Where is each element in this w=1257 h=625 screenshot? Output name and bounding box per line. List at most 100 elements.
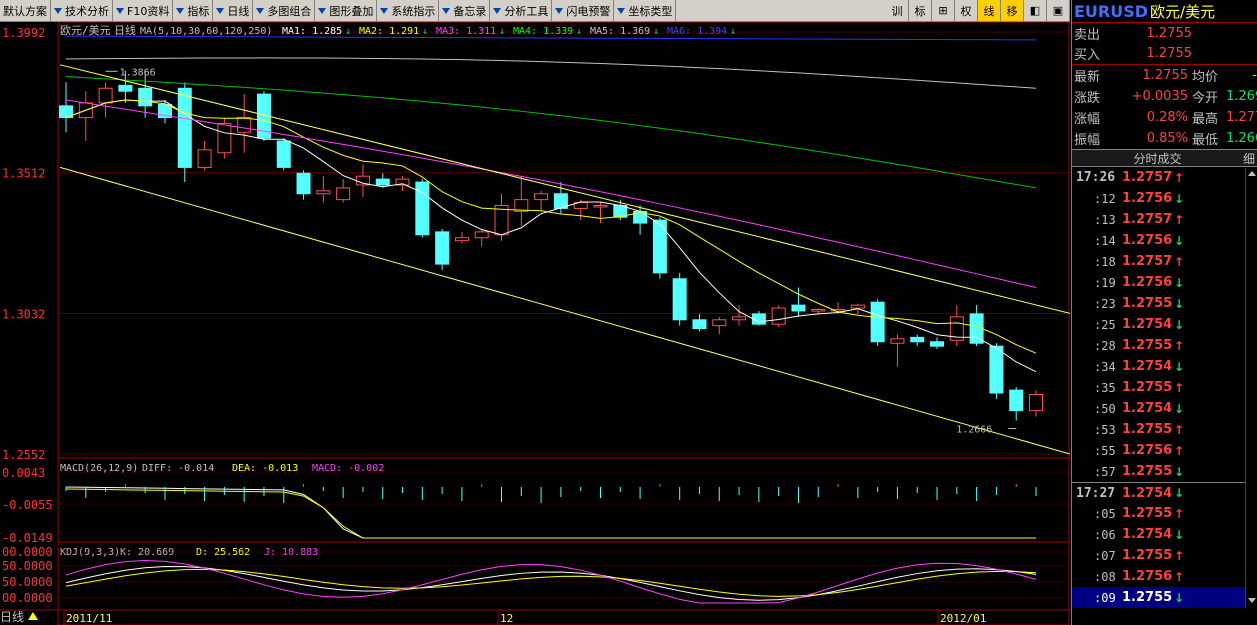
- candle-body: [593, 204, 608, 208]
- kdj-y-label: 00.0000: [2, 591, 53, 605]
- toolbar-item[interactable]: 日线: [213, 0, 254, 21]
- tick-row[interactable]: :28 1.2755 ↑: [1072, 335, 1257, 356]
- y-axis-label: 1.3512: [2, 167, 45, 181]
- candle-body: [930, 341, 945, 347]
- tick-row[interactable]: :18 1.2757 ↑: [1072, 251, 1257, 272]
- dropdown-arrow-icon: [54, 7, 62, 14]
- quote-label: 最新: [1074, 70, 1101, 85]
- kline-chart[interactable]: 1.3992 1.3512 1.3032 1.2552 欧元/美元 日线 MA(5,10,3…: [0, 22, 1070, 625]
- scroll-down-icon[interactable]: [1248, 598, 1256, 603]
- toolbar-item[interactable]: 默认方案: [0, 0, 51, 21]
- candle-body: [177, 87, 192, 168]
- tick-price: 1.2756: [1122, 191, 1173, 206]
- tick-time: :34: [1094, 359, 1116, 374]
- tick-time: :50: [1094, 401, 1116, 416]
- tick-row[interactable]: :50 1.2754 ↓: [1072, 398, 1257, 419]
- tick-price: 1.2756: [1122, 233, 1173, 248]
- arrow-down-icon: ↓: [1174, 317, 1185, 332]
- arrow-up-icon: ↑: [1174, 338, 1185, 353]
- scroll-up-icon[interactable]: [1247, 171, 1256, 176]
- macd-y-label: -0.0055: [2, 498, 53, 512]
- dropdown-arrow-icon: [555, 7, 564, 14]
- toolbar-item[interactable]: 指标: [173, 0, 214, 21]
- arrow-down-icon: ↓: [422, 26, 428, 37]
- tick-row[interactable]: :08 1.2756 ↑: [1072, 566, 1257, 587]
- candle-body: [118, 84, 133, 92]
- toolbar-toggle-button[interactable]: ◧: [1024, 0, 1047, 21]
- candle-body: [98, 87, 113, 104]
- toolbar-item-label: 系统指示: [391, 4, 436, 18]
- tick-row[interactable]: 17:26 1.2757 ↑: [1072, 167, 1257, 188]
- tick-time: :07: [1094, 548, 1116, 563]
- toolbar-item[interactable]: 备忘录: [439, 0, 491, 21]
- candle-body: [435, 231, 450, 265]
- sell-label: 卖出: [1074, 27, 1101, 43]
- tick-time: :09: [1094, 590, 1116, 605]
- kdj-y-label: 50.0000: [2, 575, 53, 589]
- tick-price: 1.2755: [1122, 296, 1173, 311]
- tick-row[interactable]: 17:27 1.2754 ↓: [1072, 482, 1257, 503]
- tick-row[interactable]: :53 1.2755 ↑: [1072, 419, 1257, 440]
- ma-params: MA(5,10,30,60,120,250): [140, 26, 272, 37]
- toolbar-item[interactable]: 多图组合: [253, 0, 316, 21]
- tick-price: 1.2754: [1122, 317, 1173, 332]
- toolbar-toggle-button[interactable]: ⊞: [932, 0, 955, 21]
- toolbar-item[interactable]: 图形叠加: [315, 0, 378, 21]
- toolbar-item-label: 闪电预警: [566, 4, 611, 18]
- toolbar-item[interactable]: 技术分析: [51, 0, 113, 21]
- arrow-down-icon: ↓: [1174, 590, 1185, 605]
- symbol-code: EURUSD: [1074, 1, 1149, 21]
- tick-row[interactable]: :25 1.2754 ↓: [1072, 314, 1257, 335]
- ma1-line: [65, 99, 1037, 373]
- toolbar-item[interactable]: F10资料: [113, 0, 174, 21]
- toolbar-toggle-button[interactable]: 线: [978, 0, 1001, 21]
- tick-row[interactable]: :09 1.2755 ↓: [1072, 587, 1257, 608]
- toolbar-item-label: 技术分析: [65, 4, 109, 18]
- arrow-down-icon: ↓: [1174, 233, 1185, 248]
- toolbar-toggle-button[interactable]: 权: [955, 0, 978, 21]
- tick-time: :18: [1094, 254, 1116, 269]
- triangle-up-icon: [28, 612, 39, 620]
- tick-row[interactable]: :13 1.2757 ↑: [1072, 209, 1257, 230]
- tick-row[interactable]: :05 1.2755 ↑: [1072, 503, 1257, 524]
- toolbar-item[interactable]: 坐标类型: [614, 0, 677, 21]
- period-indicator[interactable]: 日线: [0, 607, 66, 625]
- tick-row[interactable]: :57 1.2755 ↓: [1072, 461, 1257, 482]
- tick-row[interactable]: :19 1.2756 ↓: [1072, 272, 1257, 293]
- quote-value: 0.28%: [1146, 110, 1188, 125]
- tick-row[interactable]: :55 1.2756 ↑: [1072, 440, 1257, 461]
- tick-row[interactable]: :23 1.2755 ↓: [1072, 293, 1257, 314]
- tick-row[interactable]: :34 1.2754 ↓: [1072, 356, 1257, 377]
- tick-row[interactable]: :35 1.2755 ↑: [1072, 377, 1257, 398]
- arrow-up-icon: ↑: [1174, 506, 1185, 521]
- tick-price: 1.2755: [1122, 506, 1173, 521]
- toolbar-toggle-button[interactable]: ▣: [1047, 0, 1070, 21]
- tick-row[interactable]: :07 1.2755 ↑: [1072, 545, 1257, 566]
- candle-body: [712, 319, 727, 327]
- candle-body: [672, 278, 687, 321]
- tick-row[interactable]: :12 1.2756 ↓: [1072, 188, 1257, 209]
- tick-row[interactable]: :14 1.2756 ↓: [1072, 230, 1257, 251]
- toolbar-toggle-button[interactable]: 标: [909, 0, 932, 21]
- toolbar-toggle-button[interactable]: 训: [886, 0, 909, 21]
- tab-detail[interactable]: 细: [1243, 150, 1257, 167]
- kdj-j: J: 10.883: [264, 547, 318, 558]
- candle-body: [197, 149, 212, 168]
- quote-row: 涨跌 +0.0035 今开 1.2693: [1072, 86, 1257, 107]
- tick-list: 17:26 1.2757 ↑:12 1.2756 ↓:13 1.2757 ↑:14 1.275…: [1072, 167, 1257, 608]
- tab-time-trades[interactable]: 分时成交: [1072, 150, 1243, 167]
- quote-label-2: 最低: [1192, 133, 1219, 148]
- symbol-title: EURUSD 欧元/美元: [1072, 0, 1257, 22]
- arrow-down-icon: ↓: [1174, 486, 1185, 500]
- tick-scrollbar[interactable]: [1245, 168, 1257, 608]
- tick-price: 1.2756: [1122, 443, 1173, 458]
- toolbar-toggle-button[interactable]: 移: [1001, 0, 1024, 21]
- tick-row[interactable]: :06 1.2754 ↓: [1072, 524, 1257, 545]
- toolbar-item[interactable]: 分析工具: [490, 0, 553, 21]
- toolbar-item[interactable]: 闪电预警: [552, 0, 615, 21]
- toolbar-item[interactable]: 系统指示: [377, 0, 440, 21]
- ma-value: MA5: 1.369: [590, 26, 650, 37]
- tick-time: :57: [1094, 464, 1116, 479]
- candle-body: [336, 187, 351, 201]
- buy-label: 买入: [1074, 48, 1101, 63]
